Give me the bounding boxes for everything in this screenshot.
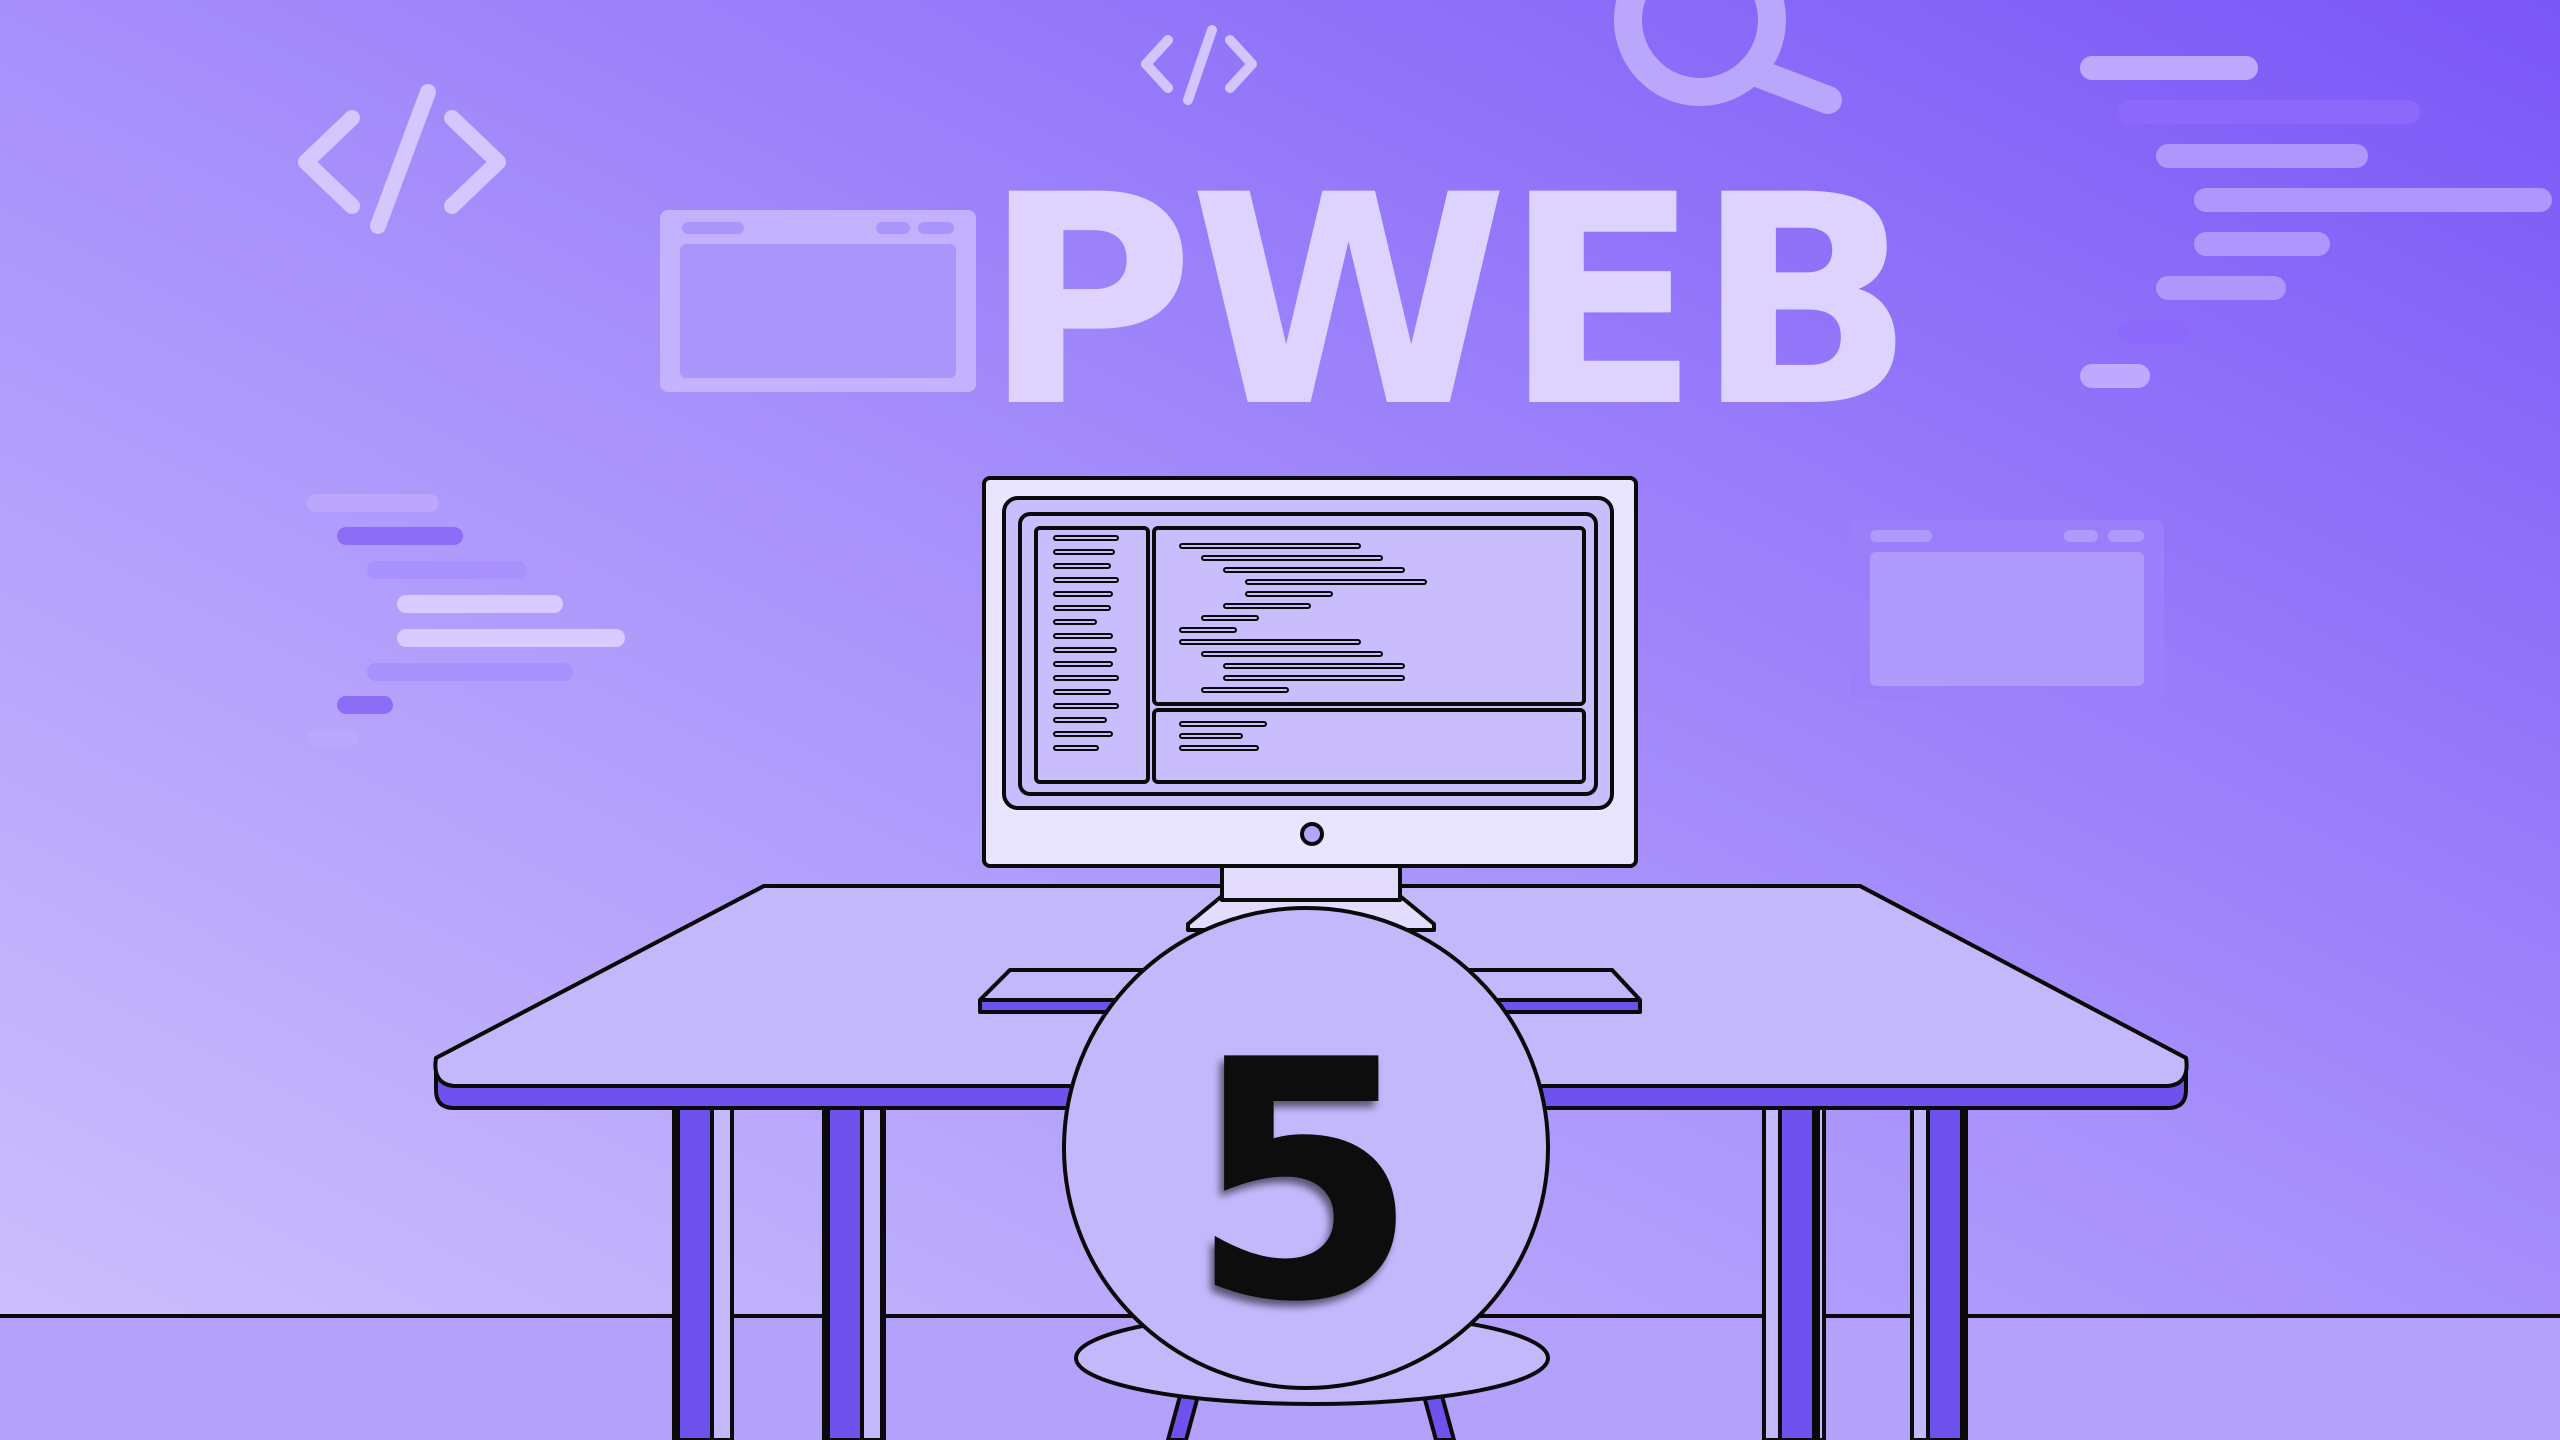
browser-window-icon [660, 210, 976, 392]
episode-number: 5 [1189, 990, 1419, 1374]
illustration-scene: PWEB 5 [0, 0, 2560, 1440]
page-title: PWEB [982, 134, 1910, 471]
browser-window-icon [1850, 520, 2164, 700]
